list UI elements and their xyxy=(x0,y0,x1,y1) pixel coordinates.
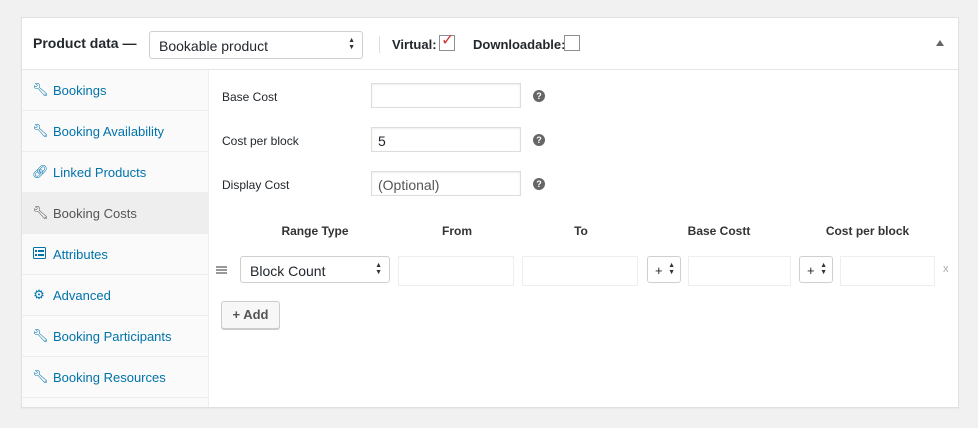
range-type-select[interactable]: Block Count ▲ ▼ xyxy=(240,256,390,283)
downloadable-label: Downloadable: xyxy=(473,37,566,52)
tab-booking-availability[interactable]: 🔧︎ Booking Availability xyxy=(22,111,208,152)
tab-label: Attributes xyxy=(53,247,108,262)
select-arrows-icon: ▲ ▼ xyxy=(375,262,382,276)
tab-label: Booking Availability xyxy=(53,124,165,139)
base-cost-modifier-select[interactable]: + ▲ ▼ xyxy=(647,256,681,283)
base-cost-label: Base Cost xyxy=(222,90,278,104)
help-icon[interactable]: ? xyxy=(533,178,545,190)
attributes-icon xyxy=(32,247,46,261)
to-input[interactable] xyxy=(522,256,638,286)
header-divider xyxy=(379,36,380,53)
select-arrows-icon: ▲ ▼ xyxy=(668,262,675,276)
select-arrows-icon: ▲ ▼ xyxy=(820,262,827,276)
wrench-icon: 🔧︎ xyxy=(32,82,49,97)
product-data-panel: Product data — Bookable product ▲ ▼ Virtu… xyxy=(21,17,959,408)
col-base-cost: Base Costt xyxy=(687,224,751,238)
wrench-icon: 🔧︎ xyxy=(32,123,49,138)
product-type-select[interactable]: Bookable product ▲ ▼ xyxy=(149,31,363,59)
remove-row-button[interactable]: x xyxy=(943,263,949,275)
col-range-type: Range Type xyxy=(281,224,349,238)
cost-per-block-input[interactable]: 5 xyxy=(371,127,521,152)
booking-costs-panel: Base Cost ? Cost per block 5 ? Display C… xyxy=(210,70,958,407)
add-range-button[interactable]: + Add xyxy=(221,301,280,329)
cost-per-block-label: Cost per block xyxy=(222,134,299,148)
collapse-toggle-icon[interactable] xyxy=(936,40,944,46)
wrench-icon: 🔧︎ xyxy=(32,328,49,343)
panel-title: Product data — xyxy=(33,35,137,51)
product-data-tabs: 🔧︎ Bookings 🔧︎ Booking Availability 🔗︎ L… xyxy=(22,70,209,407)
virtual-checkbox[interactable]: ✓ xyxy=(439,32,455,51)
drag-handle-icon[interactable] xyxy=(216,266,227,274)
product-type-value: Bookable product xyxy=(159,38,268,54)
tab-bookings[interactable]: 🔧︎ Bookings xyxy=(22,70,208,111)
range-type-value: Block Count xyxy=(250,263,326,279)
tab-linked-products[interactable]: 🔗︎ Linked Products xyxy=(22,152,208,193)
base-cost-input[interactable] xyxy=(371,83,521,108)
display-cost-input[interactable]: (Optional) xyxy=(371,171,521,196)
wrench-icon: 🔧︎ xyxy=(32,205,49,220)
tab-label: Booking Costs xyxy=(53,206,137,221)
base-cost-row-input[interactable] xyxy=(688,256,791,286)
select-arrows-icon: ▲ ▼ xyxy=(348,37,355,51)
col-from: From xyxy=(442,224,472,238)
wrench-icon: 🔧︎ xyxy=(32,369,49,384)
panel-header: Product data — Bookable product ▲ ▼ Virtu… xyxy=(22,18,958,70)
tab-booking-participants[interactable]: 🔧︎ Booking Participants xyxy=(22,316,208,357)
modifier-value: + xyxy=(807,263,815,278)
help-icon[interactable]: ? xyxy=(533,134,545,146)
from-input[interactable] xyxy=(398,256,514,286)
tab-label: Advanced xyxy=(53,288,111,303)
tab-label: Linked Products xyxy=(53,165,147,180)
checkmark-icon: ✓ xyxy=(441,32,455,49)
tab-label: Booking Resources xyxy=(53,370,166,385)
tab-booking-resources[interactable]: 🔧︎ Booking Resources xyxy=(22,357,208,398)
display-cost-label: Display Cost xyxy=(222,178,290,192)
display-cost-placeholder: (Optional) xyxy=(378,177,440,193)
virtual-label: Virtual: xyxy=(392,37,437,52)
gear-icon: ⚙︎ xyxy=(33,287,45,302)
tab-advanced[interactable]: ⚙︎ Advanced xyxy=(22,275,208,316)
modifier-value: + xyxy=(655,263,663,278)
tab-booking-costs[interactable]: 🔧︎ Booking Costs xyxy=(22,193,208,234)
tab-label: Booking Participants xyxy=(53,329,172,344)
tab-attributes[interactable]: Attributes xyxy=(22,234,208,275)
tab-label: Bookings xyxy=(53,83,107,98)
col-to: To xyxy=(574,224,588,238)
help-icon[interactable]: ? xyxy=(533,90,545,102)
block-cost-modifier-select[interactable]: + ▲ ▼ xyxy=(799,256,833,283)
link-icon: 🔗︎ xyxy=(32,164,49,179)
downloadable-checkbox[interactable] xyxy=(564,35,580,51)
col-cost-per-block: Cost per block xyxy=(825,224,910,238)
cost-per-block-row-input[interactable] xyxy=(840,256,935,286)
